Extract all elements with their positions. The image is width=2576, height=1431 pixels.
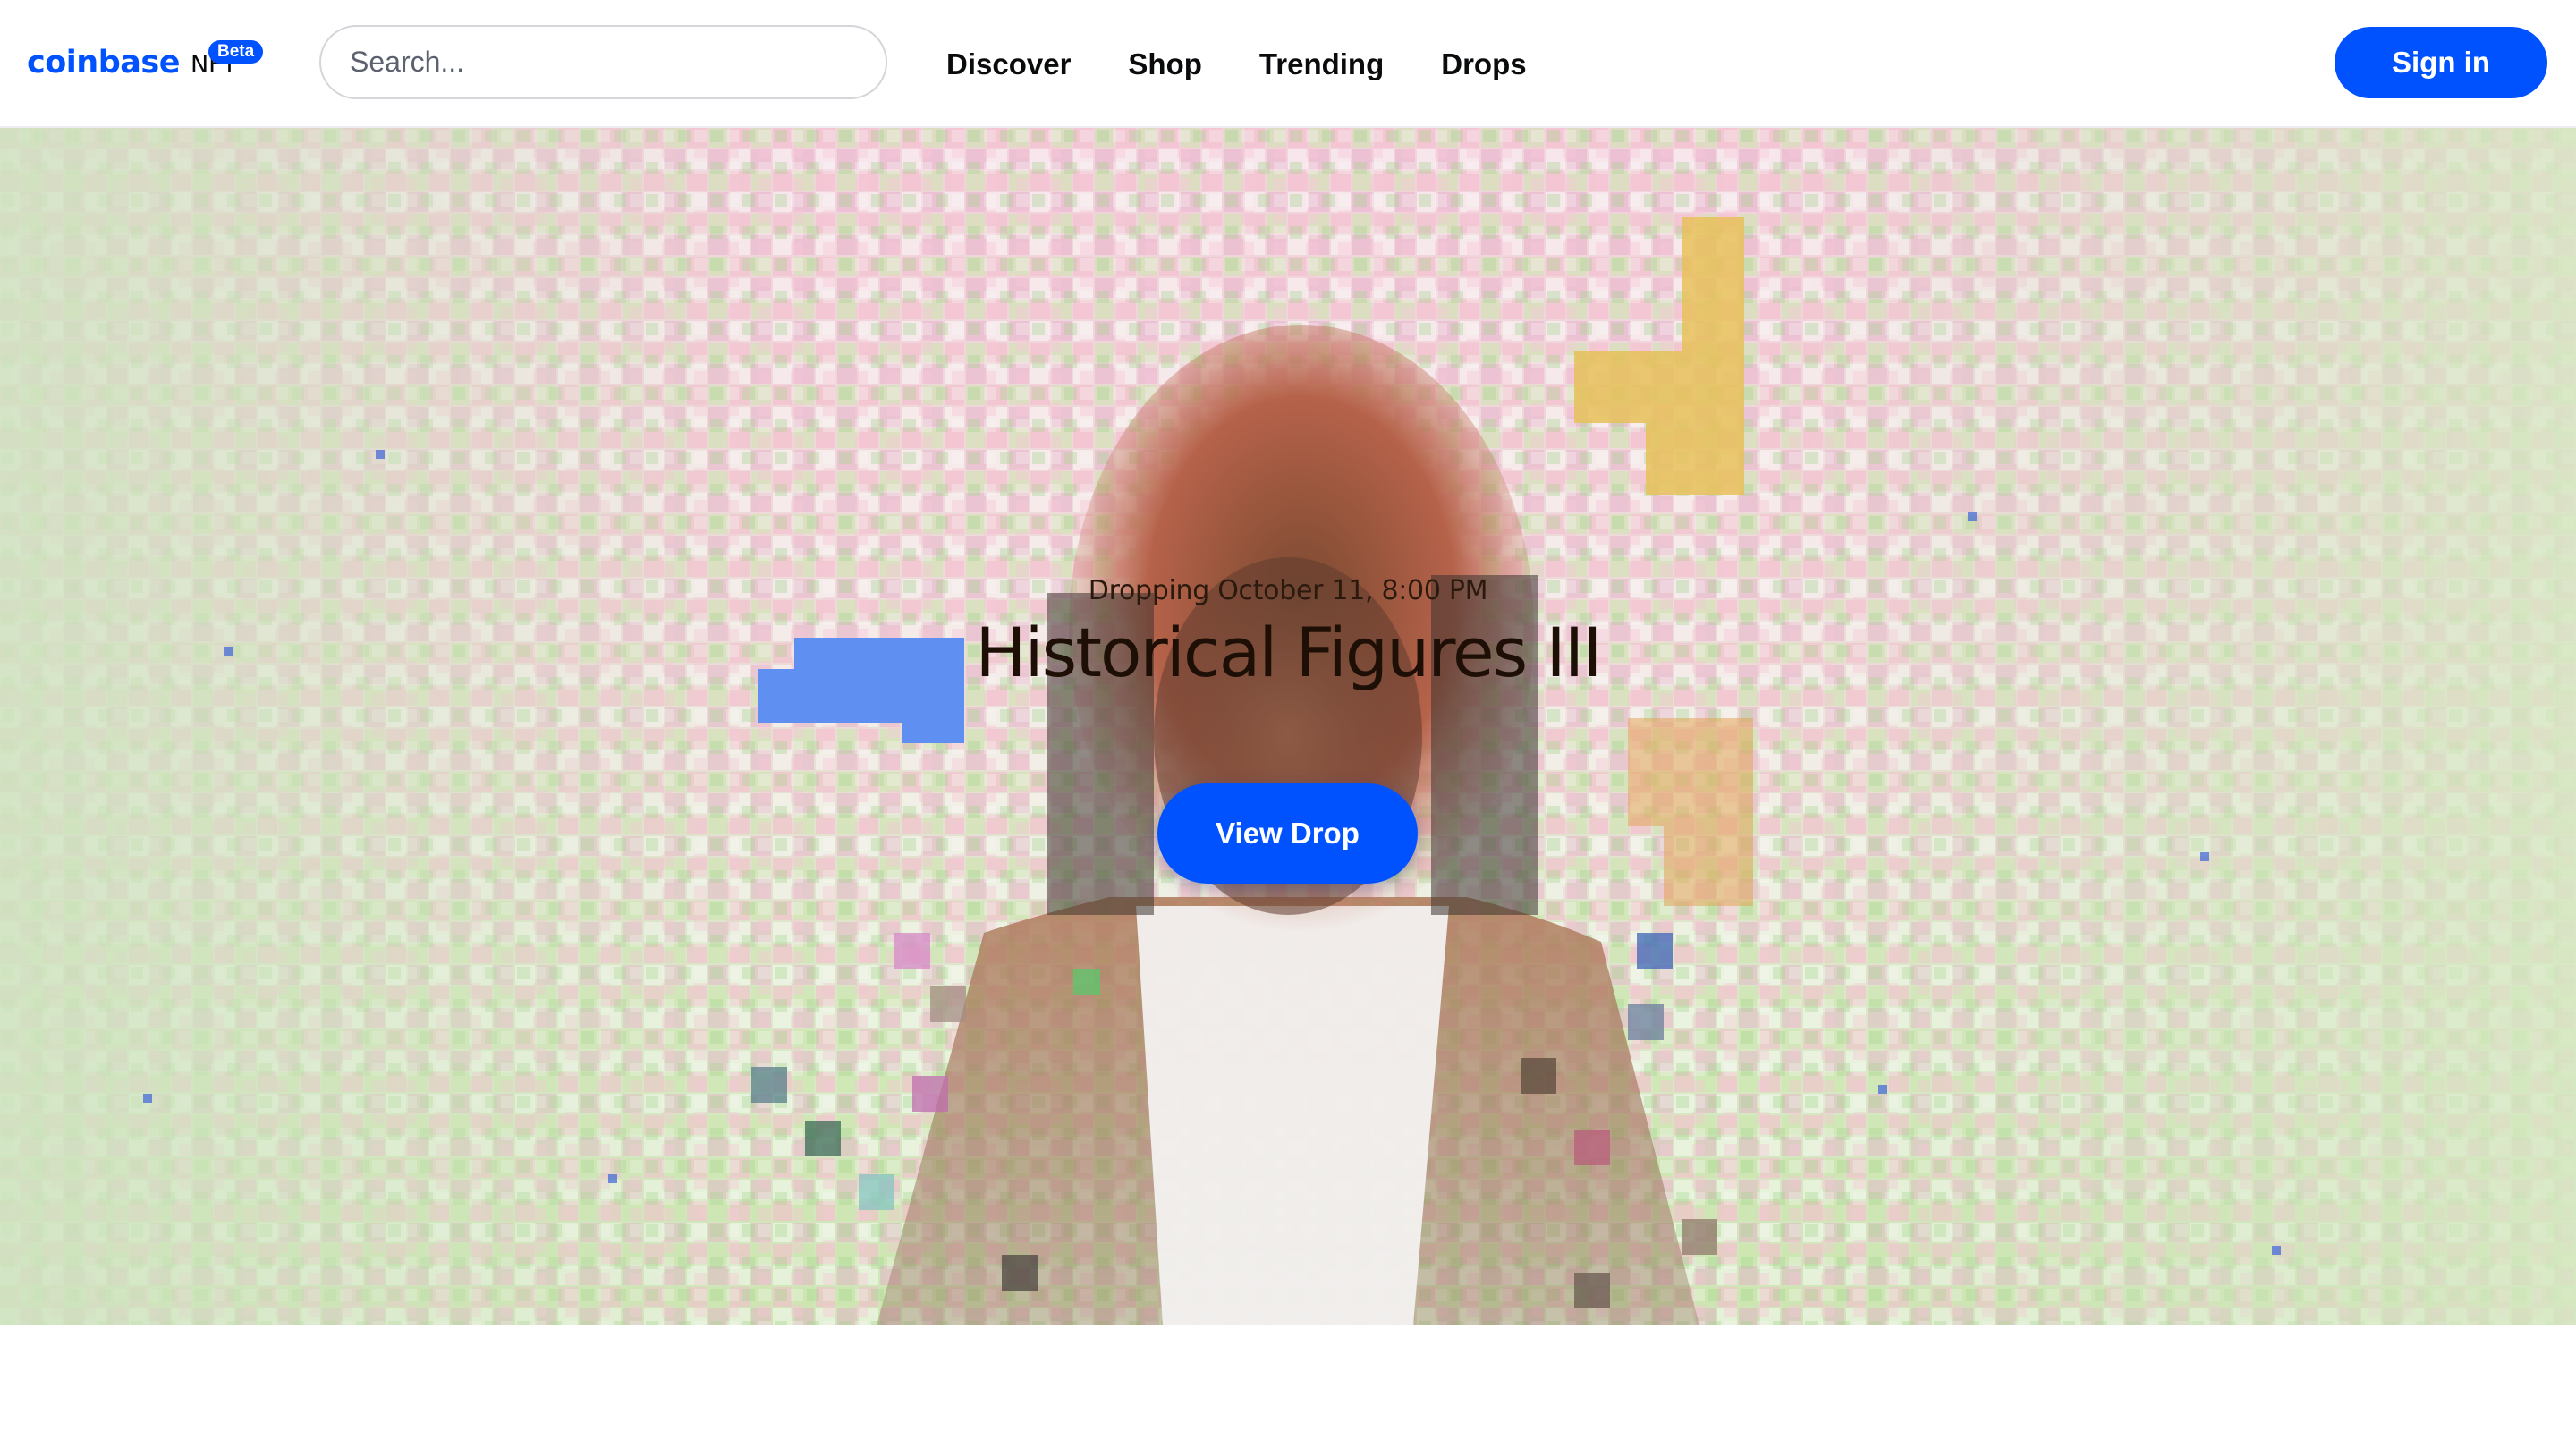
search-box[interactable] xyxy=(319,25,887,99)
drop-info: Dropping October 11, 8:00 PM Historical … xyxy=(0,575,2576,687)
coinbase-nft-logo[interactable]: coinbase NFT xyxy=(27,45,237,80)
drop-date: Dropping October 11, 8:00 PM xyxy=(1088,575,1488,606)
nav-trending[interactable]: Trending xyxy=(1259,47,1384,81)
nav-shop[interactable]: Shop xyxy=(1128,47,1201,81)
main-nav: Discover Shop Trending Drops xyxy=(946,0,1527,128)
beta-badge: Beta xyxy=(208,40,264,64)
drop-title: Historical Figures III xyxy=(975,613,1602,692)
logo-wordmark: coinbase xyxy=(27,45,180,80)
view-drop-button[interactable]: View Drop xyxy=(1157,783,1418,884)
sign-in-button[interactable]: Sign in xyxy=(2334,27,2547,98)
nav-discover[interactable]: Discover xyxy=(946,47,1071,81)
nav-drops[interactable]: Drops xyxy=(1441,47,1526,81)
search-input[interactable] xyxy=(350,46,851,79)
top-navigation-bar: coinbase NFT Beta Discover Shop Trending… xyxy=(0,0,2576,128)
pixel-portrait-artwork xyxy=(0,128,2576,1325)
featured-drop-banner: Dropping October 11, 8:00 PM Historical … xyxy=(0,128,2576,1325)
